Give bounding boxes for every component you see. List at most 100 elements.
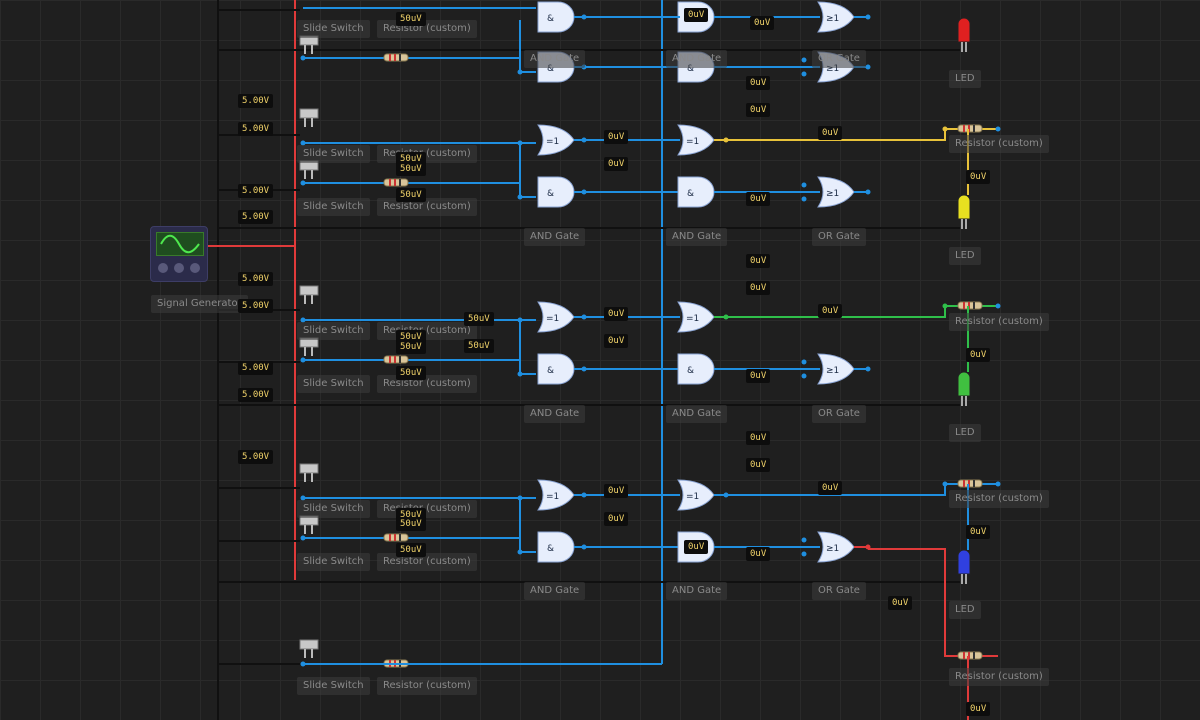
wire-junction: [801, 182, 807, 188]
resistor-band: [389, 54, 391, 61]
voltage-readout: 50uV: [396, 188, 426, 202]
switch-pin: [304, 473, 306, 482]
wire-junction: [801, 57, 807, 63]
voltage-readout: 0uV: [604, 484, 629, 498]
resistor-label: Resistor (custom): [949, 490, 1049, 508]
wire-junction: [581, 544, 587, 550]
gate-symbol: ≥1: [826, 189, 839, 199]
gate-symbol: =1: [546, 137, 559, 147]
resistor-band: [394, 54, 396, 61]
wire-junction: [723, 314, 729, 320]
signal-generator-label: Signal Generator: [151, 295, 248, 313]
knob-icon[interactable]: [190, 263, 200, 273]
voltage-readout: 0uV: [604, 512, 629, 526]
and-gate[interactable]: [537, 531, 575, 563]
wire-junction: [801, 537, 807, 543]
and-gate[interactable]: [677, 353, 715, 385]
switch-pin: [304, 45, 306, 54]
voltage-readout: 50uV: [396, 12, 426, 26]
resistor-band: [973, 302, 975, 309]
or-gate-label: OR Gate: [812, 582, 866, 600]
switch-pin: [311, 347, 313, 356]
led-lead: [965, 574, 967, 584]
slide-switch-label: Slide Switch: [297, 500, 370, 518]
resistor-label: Resistor (custom): [377, 553, 477, 571]
voltage-readout: 0uV: [888, 596, 913, 610]
voltage-readout: 0uV: [966, 702, 991, 716]
gate-symbol: ≥1: [826, 14, 839, 24]
led-lead: [965, 42, 967, 52]
knob-icon[interactable]: [158, 263, 168, 273]
switch-pin: [311, 295, 313, 304]
voltage-readout: 5.00V: [238, 361, 274, 375]
led[interactable]: [957, 371, 971, 397]
and-gate[interactable]: [677, 176, 715, 208]
wire-junction: [581, 14, 587, 20]
slide-switch[interactable]: [299, 639, 319, 650]
voltage-readout: 0uV: [746, 281, 771, 295]
gate-symbol: =1: [686, 492, 699, 502]
voltage-readout: 0uV: [818, 304, 843, 318]
voltage-readout: 5.00V: [238, 450, 274, 464]
led[interactable]: [957, 194, 971, 220]
resistor-label: Resistor (custom): [377, 677, 477, 695]
voltage-readout: 0uV: [966, 170, 991, 184]
switch-pin: [304, 347, 306, 356]
and-gate[interactable]: [537, 176, 575, 208]
and-gate[interactable]: [537, 353, 575, 385]
signal-generator[interactable]: [150, 226, 208, 282]
input-wire[interactable]: [303, 57, 536, 73]
resistor-label: Resistor (custom): [949, 668, 1049, 686]
led[interactable]: [957, 549, 971, 575]
gate-symbol: &: [547, 14, 554, 24]
wire-junction: [517, 69, 523, 75]
slide-switch[interactable]: [299, 108, 319, 119]
resistor-band: [389, 179, 391, 186]
resistor-band: [399, 54, 401, 61]
gate-symbol: &: [547, 366, 554, 376]
wire-junction: [865, 64, 871, 70]
wire-junction: [300, 357, 306, 363]
gate-symbol: =1: [686, 314, 699, 324]
slide-switch-label: Slide Switch: [297, 145, 370, 163]
voltage-readout: 0uV: [746, 76, 771, 90]
wire-junction: [723, 137, 729, 143]
led-label: LED: [949, 70, 981, 88]
or-gate-label: OR Gate: [812, 228, 866, 246]
wire-junction: [723, 492, 729, 498]
voltage-readout: 5.00V: [238, 122, 274, 136]
slide-switch[interactable]: [299, 463, 319, 474]
voltage-readout: 5.00V: [238, 299, 274, 313]
led[interactable]: [957, 17, 971, 43]
voltage-readout: 5.00V: [238, 94, 274, 108]
voltage-readout: 50uV: [396, 366, 426, 380]
gate-symbol: &: [687, 189, 694, 199]
voltage-readout: 0uV: [746, 547, 771, 561]
resistor-label: Resistor (custom): [377, 145, 477, 163]
resistor-band: [973, 125, 975, 132]
led-lead: [961, 396, 963, 406]
voltage-readout: 0uV: [746, 103, 771, 117]
led-lead: [961, 42, 963, 52]
wire-junction: [865, 189, 871, 195]
and-gate-label: AND Gate: [524, 228, 586, 246]
wire-junction: [801, 551, 807, 557]
switch-pin: [311, 118, 313, 127]
resistor-band: [963, 480, 965, 487]
slide-switch[interactable]: [299, 285, 319, 296]
wire-junction: [995, 481, 1001, 487]
voltage-readout: 0uV: [746, 458, 771, 472]
knob-icon[interactable]: [174, 263, 184, 273]
voltage-readout: 50uV: [396, 162, 426, 176]
wire-junction: [995, 303, 1001, 309]
resistor-label: Resistor (custom): [377, 322, 477, 340]
resistor-band: [973, 652, 975, 659]
voltage-readout: 0uV: [746, 254, 771, 268]
voltage-readout: 50uV: [396, 340, 426, 354]
wire-junction: [517, 495, 523, 501]
wire-junction: [517, 317, 523, 323]
switch-pin: [311, 525, 313, 534]
and-gate[interactable]: [537, 1, 575, 33]
voltage-readout: 0uV: [684, 8, 709, 22]
wire-junction: [300, 55, 306, 61]
